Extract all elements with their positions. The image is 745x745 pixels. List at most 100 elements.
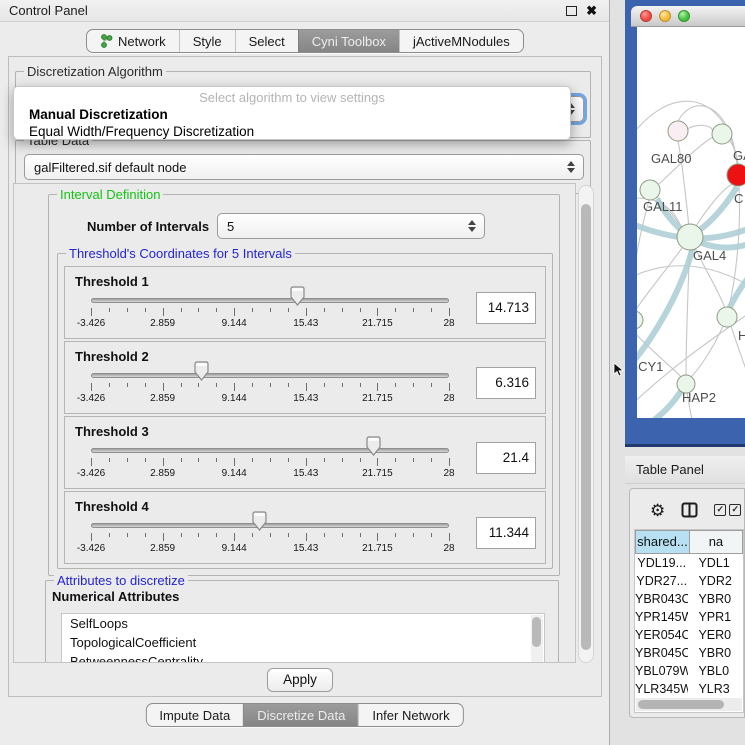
- control-panel-title: Control Panel: [0, 3, 88, 18]
- threshold-value[interactable]: 11.344: [476, 517, 536, 549]
- cell-name[interactable]: YBL0: [688, 662, 743, 680]
- cell-shared-name[interactable]: YBL079W: [635, 662, 688, 680]
- slider-track[interactable]: [91, 448, 449, 453]
- axis-tick-label: 9.144: [222, 318, 247, 329]
- table-row[interactable]: YBL079WYBL0: [635, 662, 743, 680]
- slider-handle-icon[interactable]: [365, 436, 382, 456]
- slider-handle-icon[interactable]: [289, 286, 306, 306]
- axis-tick-label: 21.715: [362, 468, 393, 479]
- network-node-GAL4[interactable]: [677, 224, 703, 250]
- network-edge[interactable]: [687, 125, 713, 131]
- attribute-list-item[interactable]: SelfLoops: [62, 614, 544, 633]
- numerical-attributes-label: Numerical Attributes: [52, 589, 179, 604]
- tab-select[interactable]: Select: [235, 30, 298, 52]
- cell-name[interactable]: YPR1: [688, 608, 743, 626]
- number-of-intervals-value: 5: [227, 219, 234, 234]
- cell-shared-name[interactable]: YPR145W: [635, 608, 688, 626]
- list-scrollbar[interactable]: [531, 615, 543, 663]
- cell-shared-name[interactable]: YBR043C: [635, 590, 688, 608]
- slider-handle-icon[interactable]: [193, 361, 210, 381]
- threshold-slider[interactable]: -3.4262.8599.14415.4321.71528: [91, 417, 449, 489]
- threshold-value[interactable]: 21.4: [476, 442, 536, 474]
- checkbox-icon[interactable]: ✓: [729, 504, 741, 516]
- network-edge[interactable]: [637, 247, 693, 371]
- combo-stepper-icon: [468, 220, 476, 232]
- close-icon[interactable]: ✖: [586, 6, 597, 16]
- cell-shared-name[interactable]: YDR27...: [635, 572, 688, 590]
- threshold-value[interactable]: 6.316: [476, 367, 536, 399]
- network-view-window: GAL80GACGAL11GAL4GCY1HHAP2: [625, 0, 745, 447]
- split-view-icon[interactable]: [681, 502, 698, 518]
- dropdown-option-equal-width-frequency[interactable]: Equal Width/Frequency Discretization: [14, 123, 570, 140]
- attribute-list-item[interactable]: BetweennessCentrality: [62, 652, 544, 663]
- minimize-traffic-light-icon[interactable]: [659, 10, 671, 22]
- cell-shared-name[interactable]: YER054C: [635, 626, 688, 644]
- close-traffic-light-icon[interactable]: [640, 10, 652, 22]
- cell-name[interactable]: YDL1: [688, 554, 743, 572]
- number-of-intervals-label: Number of Intervals: [87, 219, 209, 234]
- tab-style[interactable]: Style: [179, 30, 235, 52]
- node-label: GAL4: [693, 248, 726, 263]
- cell-name[interactable]: YLR3: [688, 680, 743, 698]
- table-data-combobox[interactable]: galFiltered.sif default node: [24, 154, 584, 180]
- network-node-GCY1[interactable]: [637, 311, 643, 329]
- threshold-slider[interactable]: -3.4262.8599.14415.4321.71528: [91, 267, 449, 339]
- tab-cyni-toolbox[interactable]: Cyni Toolbox: [298, 30, 399, 52]
- zoom-traffic-light-icon[interactable]: [678, 10, 690, 22]
- table-row[interactable]: YBR045CYBR0: [635, 644, 743, 662]
- network-node-GAL80[interactable]: [668, 121, 688, 141]
- cell-name[interactable]: YBR0: [688, 644, 743, 662]
- slider-track[interactable]: [91, 373, 449, 378]
- axis-tick-label: 28: [443, 318, 454, 329]
- node-label: GCY1: [637, 359, 663, 374]
- network-edge[interactable]: [695, 187, 737, 233]
- threshold-panel: Threshold 2 -3.4262.8599.14415.4321.7152…: [64, 341, 546, 414]
- table-row[interactable]: YER054CYER0: [635, 626, 743, 644]
- attribute-list-item[interactable]: TopologicalCoefficient: [62, 633, 544, 652]
- threshold-slider[interactable]: -3.4262.8599.14415.4321.71528: [91, 342, 449, 414]
- table-row[interactable]: YDL19...YDL1: [635, 554, 743, 572]
- network-node-node-top-right[interactable]: [712, 124, 732, 144]
- network-node-GAL11[interactable]: [640, 180, 660, 200]
- numerical-attributes-list[interactable]: SelfLoopsTopologicalCoefficientBetweenne…: [61, 613, 545, 663]
- network-edge[interactable]: [729, 269, 745, 309]
- panel-scrollbar[interactable]: [578, 185, 594, 663]
- tab-jactivemnodules[interactable]: jActiveMNodules: [399, 30, 523, 52]
- table-row[interactable]: YLR345WYLR3: [635, 680, 743, 698]
- table-row[interactable]: YDR27...YDR2: [635, 572, 743, 590]
- column-header-name[interactable]: na: [690, 530, 743, 554]
- threshold-value[interactable]: 14.713: [476, 292, 536, 324]
- checkbox-icon[interactable]: ✓: [714, 504, 726, 516]
- number-of-intervals-combobox[interactable]: 5: [217, 213, 485, 239]
- cell-name[interactable]: YBR0: [688, 590, 743, 608]
- node-label: GAL80: [651, 151, 691, 166]
- table-row[interactable]: YBR043CYBR0: [635, 590, 743, 608]
- network-edge[interactable]: [637, 391, 681, 418]
- axis-tick-label: 15.43: [293, 393, 318, 404]
- cell-shared-name[interactable]: YLR345W: [635, 680, 688, 698]
- column-header-shared-name[interactable]: shared...: [635, 530, 690, 554]
- float-window-icon[interactable]: [566, 6, 577, 16]
- table-row[interactable]: YPR145WYPR1: [635, 608, 743, 626]
- cell-name[interactable]: YER0: [688, 626, 743, 644]
- table-horizontal-scrollbar[interactable]: [636, 698, 742, 711]
- network-node-node-right-mid[interactable]: [717, 307, 737, 327]
- apply-button[interactable]: Apply: [267, 668, 333, 692]
- cell-shared-name[interactable]: YBR045C: [635, 644, 688, 662]
- axis-tick-label: 2.859: [150, 468, 175, 479]
- slider-track[interactable]: [91, 298, 449, 303]
- axis-tick-label: 2.859: [150, 393, 175, 404]
- tab-infer-network[interactable]: Infer Network: [358, 704, 462, 726]
- network-canvas[interactable]: GAL80GACGAL11GAL4GCY1HHAP2: [637, 27, 745, 418]
- slider-track[interactable]: [91, 523, 449, 528]
- tab-discretize-data[interactable]: Discretize Data: [243, 704, 358, 726]
- cell-name[interactable]: YDR2: [688, 572, 743, 590]
- gear-icon[interactable]: ⚙: [650, 502, 665, 519]
- cell-shared-name[interactable]: YDL19...: [635, 554, 688, 572]
- slider-handle-icon[interactable]: [251, 511, 268, 531]
- network-node-node-red[interactable]: [727, 164, 745, 186]
- tab-network[interactable]: Network: [87, 30, 179, 52]
- threshold-slider[interactable]: -3.4262.8599.14415.4321.71528: [91, 492, 449, 564]
- tab-impute-data[interactable]: Impute Data: [146, 704, 243, 726]
- dropdown-option-manual-discretization[interactable]: Manual Discretization: [14, 106, 570, 123]
